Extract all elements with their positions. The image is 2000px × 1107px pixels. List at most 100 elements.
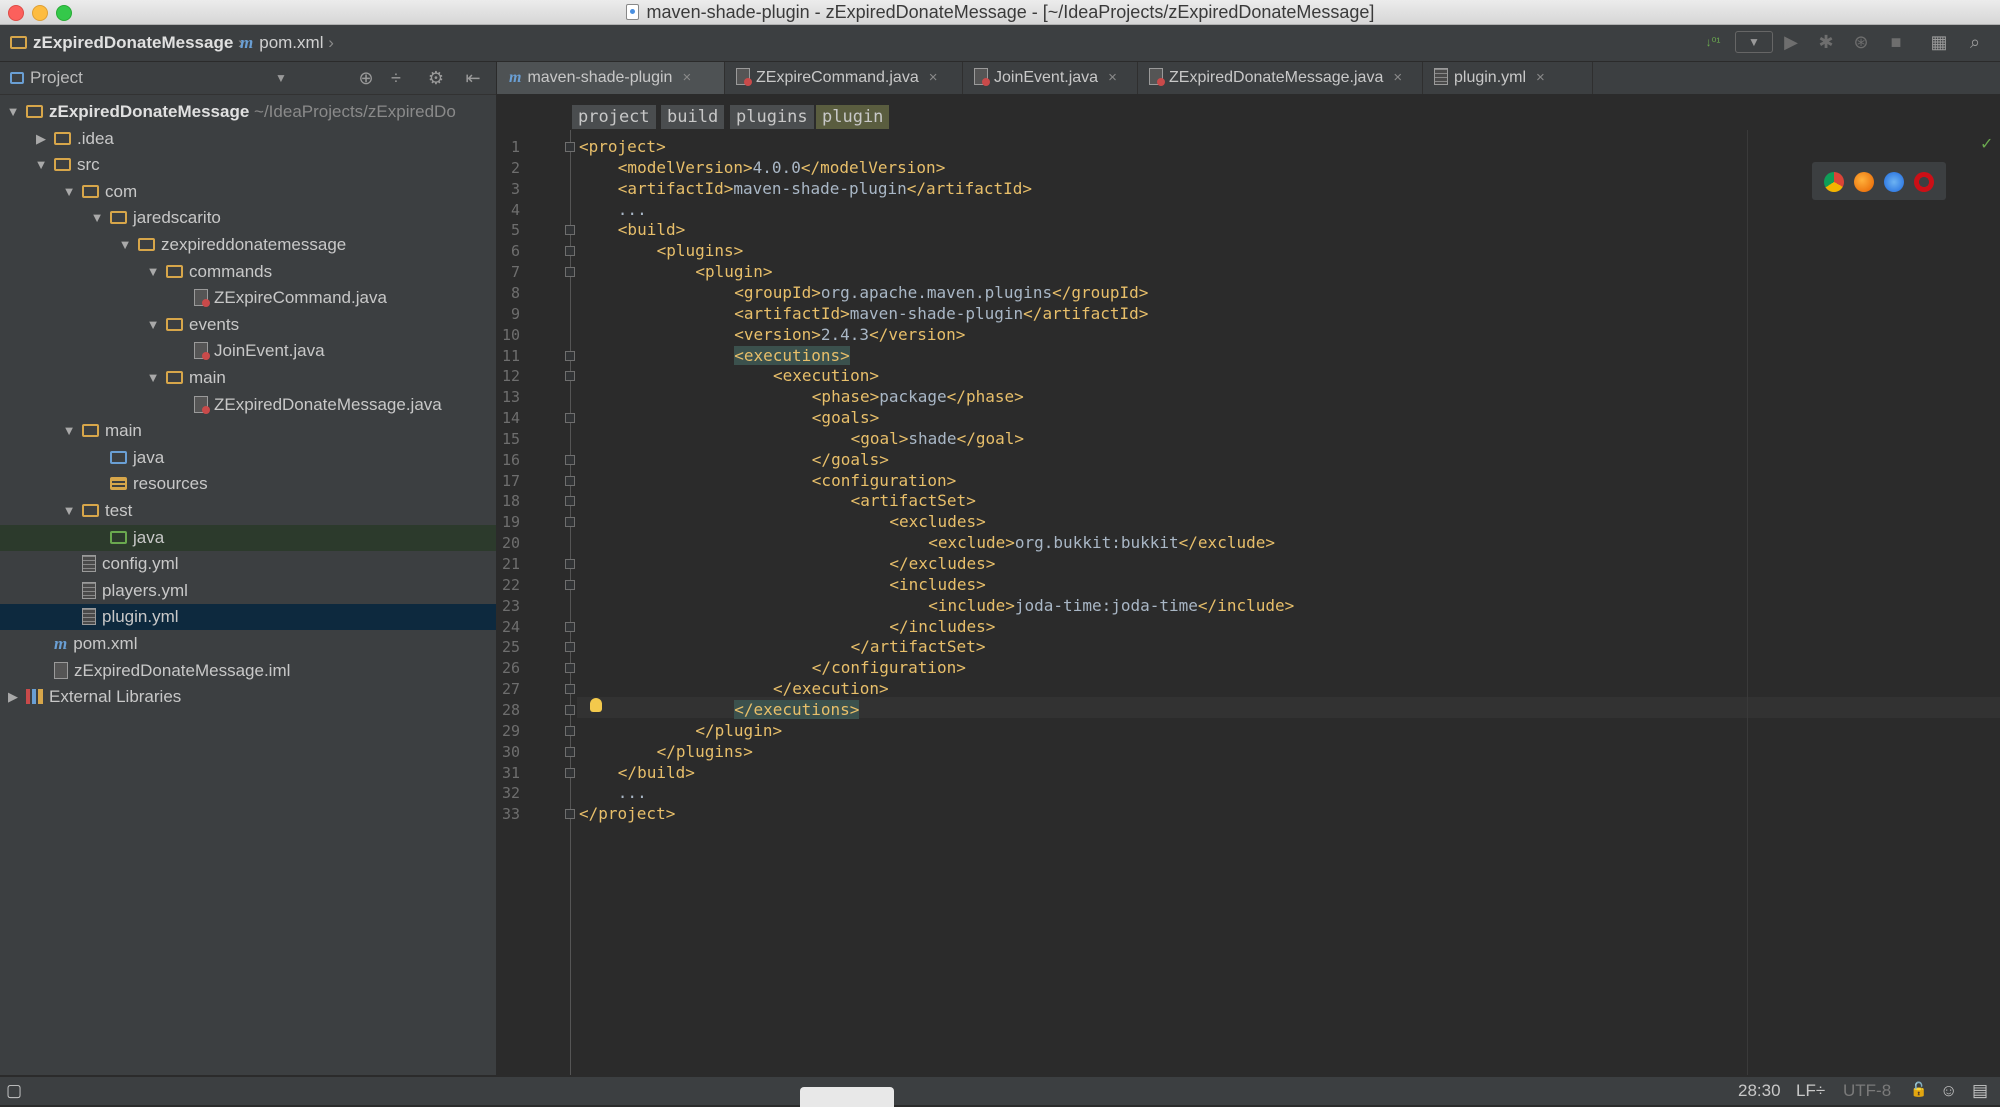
project-view-selector[interactable]: Project (10, 68, 83, 88)
code-line[interactable]: <modelVersion>4.0.0</modelVersion> (618, 157, 946, 178)
tree-item[interactable]: JoinEvent.java (0, 338, 496, 364)
tree-item[interactable]: plugin.yml (0, 604, 496, 631)
code-line[interactable]: </project> (579, 803, 675, 824)
opera-icon[interactable] (1914, 172, 1934, 192)
code-editor[interactable]: 1 <project> 2 <modelVersion>4.0.0</modelVer… (497, 130, 2000, 1075)
code-line[interactable]: </build> (618, 762, 695, 783)
file-encoding[interactable]: UTF-8 (1843, 1081, 1891, 1101)
tree-item[interactable]: players.yml (0, 578, 496, 604)
tree-item[interactable]: ▼ zexpireddonatemessage (0, 232, 496, 258)
close-tab-icon[interactable]: × (1108, 69, 1117, 86)
expand-down-icon[interactable]: ▼ (146, 365, 160, 391)
fold-marker-icon[interactable] (565, 579, 575, 590)
expand-down-icon[interactable]: ▼ (34, 152, 48, 178)
code-line[interactable]: </executions> (734, 699, 860, 720)
xml-breadcrumb-item[interactable]: plugin (816, 105, 890, 129)
stop-icon[interactable]: ■ (1885, 31, 1907, 53)
caret-position[interactable]: 28:30 (1738, 1081, 1781, 1101)
fold-marker-icon[interactable] (565, 142, 575, 152)
code-line[interactable]: <configuration> (812, 470, 957, 491)
scroll-from-source-icon[interactable]: ⊕ (355, 67, 377, 89)
code-line[interactable]: <groupId>org.apache.maven.plugins</group… (734, 282, 1148, 303)
tree-item[interactable]: config.yml (0, 551, 496, 577)
run-config-dropdown[interactable]: ▼ (1735, 31, 1773, 53)
hide-panel-icon[interactable]: ⇤ (462, 67, 484, 89)
tree-item[interactable]: ▼ main (0, 365, 496, 391)
code-line[interactable]: <artifactSet> (851, 490, 976, 511)
code-line[interactable]: <build> (618, 219, 685, 240)
editor-tab[interactable]: m maven-shade-plugin × (497, 62, 725, 94)
code-line[interactable]: <phase>package</phase> (812, 386, 1024, 407)
code-line[interactable]: <executions> (734, 345, 850, 366)
expand-down-icon[interactable]: ▼ (6, 99, 20, 125)
code-line[interactable]: <plugins> (657, 240, 744, 261)
event-log-icon[interactable]: ▤ (1972, 1081, 1988, 1101)
tree-item[interactable]: ▼ main (0, 418, 496, 444)
collapse-all-icon[interactable]: ÷ (385, 67, 407, 89)
fold-marker-icon[interactable] (565, 746, 575, 757)
tree-item[interactable]: ▼ src (0, 152, 496, 178)
expand-down-icon[interactable]: ▼ (90, 205, 104, 231)
code-line[interactable]: <version>2.4.3</version> (734, 324, 965, 345)
xml-breadcrumb-item[interactable]: build (661, 105, 725, 129)
tree-item[interactable]: java (0, 524, 496, 551)
fold-marker-icon[interactable] (565, 246, 575, 257)
fold-marker-icon[interactable] (565, 496, 575, 507)
fold-marker-icon[interactable] (565, 704, 575, 715)
editor-tab[interactable]: ZExpiredDonateMessage.java × (1137, 62, 1423, 94)
gear-icon[interactable]: ⚙ (425, 67, 447, 89)
tree-item[interactable]: ▶ .idea (0, 126, 496, 152)
hector-icon[interactable]: ☺ (1940, 1081, 1957, 1101)
fold-marker-icon[interactable] (565, 684, 575, 695)
code-line[interactable]: </plugin> (695, 720, 782, 741)
code-line[interactable]: <project> (579, 136, 666, 157)
expand-down-icon[interactable]: ▼ (118, 232, 132, 258)
fold-marker-icon[interactable] (565, 371, 575, 382)
expand-right-icon[interactable]: ▶ (34, 126, 48, 152)
tree-item[interactable]: java (0, 445, 496, 471)
code-line[interactable]: </includes> (889, 616, 995, 637)
code-line[interactable]: <execution> (773, 365, 879, 386)
tree-item[interactable]: ▼ com (0, 179, 496, 205)
fold-marker-icon[interactable] (565, 517, 575, 528)
lock-icon[interactable]: 🔓 (1910, 1081, 1927, 1098)
fold-marker-icon[interactable] (565, 621, 575, 632)
run-icon[interactable]: ▶ (1780, 31, 1802, 53)
fold-marker-icon[interactable] (565, 559, 575, 569)
debug-icon[interactable]: ✱ (1815, 31, 1837, 53)
code-line[interactable]: <artifactId>maven-shade-plugin</artifact… (734, 303, 1148, 324)
fold-marker-icon[interactable] (565, 475, 575, 486)
editor-tab[interactable]: ZExpireCommand.java × (724, 62, 963, 94)
fold-marker-icon[interactable] (565, 809, 575, 820)
nav-crumb-file[interactable]: m pom.xml › (240, 33, 334, 53)
tree-item[interactable]: m pom.xml (0, 631, 496, 657)
code-line[interactable]: ... (618, 199, 647, 220)
tree-item[interactable]: ▼ zExpiredDonateMessage ~/IdeaProjects/zE… (0, 99, 496, 125)
firefox-icon[interactable] (1854, 172, 1874, 192)
code-line[interactable]: <goal>shade</goal> (851, 428, 1024, 449)
code-line[interactable]: <goals> (812, 407, 879, 428)
fold-marker-icon[interactable] (565, 642, 575, 653)
code-line[interactable]: <exclude>org.bukkit:bukkit</exclude> (928, 532, 1275, 553)
close-tab-icon[interactable]: × (682, 69, 691, 86)
close-tab-icon[interactable]: × (1393, 69, 1402, 86)
line-separator[interactable]: LF÷ (1796, 1081, 1825, 1101)
expand-down-icon[interactable]: ▼ (62, 179, 76, 205)
code-line[interactable]: </artifactSet> (851, 636, 986, 657)
code-line[interactable]: <excludes> (889, 511, 985, 532)
xml-breadcrumb-item[interactable]: plugins (730, 105, 814, 129)
code-line[interactable]: <includes> (889, 574, 985, 595)
search-icon[interactable]: ⌕ (1964, 31, 1986, 53)
code-line[interactable]: ... (618, 782, 647, 803)
expand-right-icon[interactable]: ▶ (6, 684, 20, 710)
fold-marker-icon[interactable] (565, 663, 575, 674)
fold-marker-icon[interactable] (565, 225, 575, 236)
fold-marker-icon[interactable] (565, 413, 575, 424)
expand-down-icon[interactable]: ▼ (146, 312, 160, 338)
code-line[interactable]: </goals> (812, 449, 889, 470)
tree-item[interactable]: resources (0, 471, 496, 497)
code-line[interactable]: <include>joda-time:joda-time</include> (928, 595, 1294, 616)
xml-breadcrumb-item[interactable]: project (572, 105, 656, 129)
chevron-down-icon[interactable]: ▼ (270, 67, 292, 89)
tree-item[interactable]: ZExpireCommand.java (0, 285, 496, 311)
